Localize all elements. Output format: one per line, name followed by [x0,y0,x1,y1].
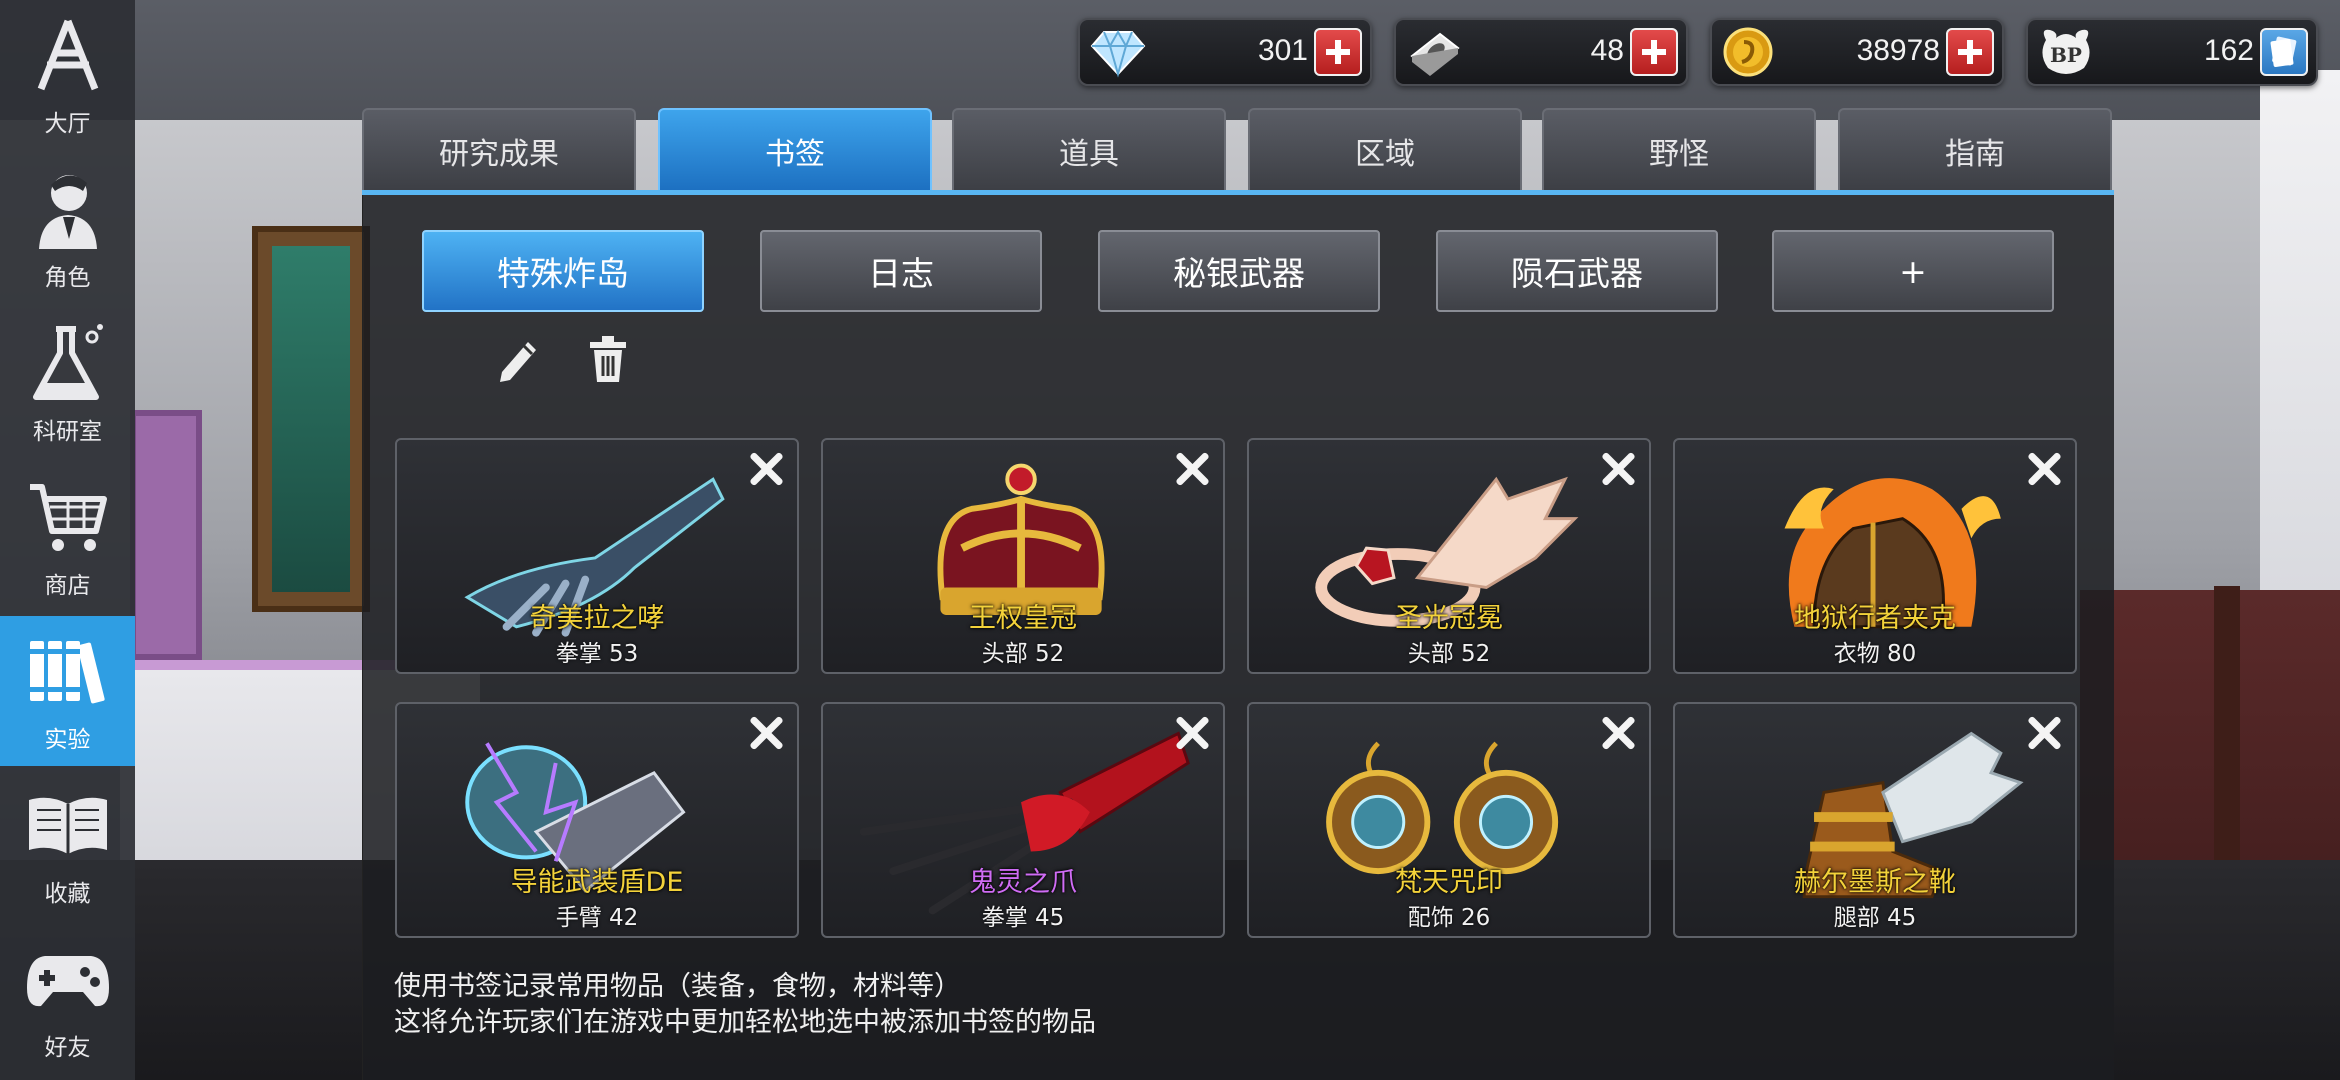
sidebar-item-friends[interactable]: 好友 [0,924,135,1074]
tab-items[interactable]: 道具 [952,108,1226,192]
plus-icon[interactable] [1946,28,1994,76]
item-card[interactable]: 圣光冠冕 头部 52 [1247,438,1651,674]
close-icon[interactable] [2021,710,2067,756]
sidebar-item-lobby[interactable]: 大厅 [0,0,135,150]
item-name: 奇美拉之哮 [529,603,665,634]
gold-coin-icon [1722,26,1778,78]
flask-icon [25,320,111,406]
item-name: 王权皇冠 [969,603,1077,634]
bp-icon: BP [2038,26,2094,78]
currency-bp: BP 162 [2026,18,2318,86]
item-slot: 腿部 45 [1833,905,1917,931]
bp-icon-text: BP [2050,43,2082,67]
item-card[interactable]: 王权皇冠 头部 52 [821,438,1225,674]
books-icon [25,628,111,714]
item-name: 圣光冠冕 [1395,603,1503,634]
wall-poster [252,226,370,612]
gamepad-icon [25,936,111,1022]
item-card[interactable]: 导能武装盾DE 手臂 42 [395,702,799,938]
diamond-icon [1090,26,1146,78]
close-icon[interactable] [1169,446,1215,492]
item-card[interactable]: 地狱行者夹克 衣物 80 [1673,438,2077,674]
tab-underline [362,190,2114,195]
close-icon[interactable] [2021,446,2067,492]
open-book-icon [25,782,111,868]
sidebar-item-label: 商店 [44,573,91,599]
sidebar-item-character[interactable]: 角色 [0,154,135,304]
item-slot: 拳掌 45 [981,905,1065,931]
lobby-icon [25,12,111,98]
close-icon[interactable] [1169,710,1215,756]
tab-guide[interactable]: 指南 [1838,108,2112,192]
item-slot: 头部 52 [981,641,1065,667]
bookmark-group-special[interactable]: 特殊炸岛 [422,230,704,312]
item-name: 地狱行者夹克 [1794,603,1956,634]
plus-icon[interactable] [1314,28,1362,76]
close-icon[interactable] [1595,446,1641,492]
sidebar-item-label: 角色 [44,265,91,291]
sidebar-item-lab[interactable]: 科研室 [0,308,135,458]
currency-value: 38978 [1856,34,1940,67]
hint-line-2: 这将允许玩家们在游戏中更加轻松地选中被添加书签的物品 [394,1007,1096,1038]
plus-icon[interactable] [1630,28,1678,76]
item-name: 鬼灵之爪 [969,867,1077,898]
item-slot: 头部 52 [1407,641,1491,667]
currency-value: 48 [1590,34,1624,67]
item-slot: 配饰 26 [1407,905,1491,931]
currency-gold: 38978 [1710,18,2004,86]
bookmark-group-log[interactable]: 日志 [760,230,1042,312]
item-name: 导能武装盾DE [510,867,684,898]
pencil-icon[interactable] [494,334,542,384]
main-tabs: 研究成果 书签 道具 区域 野怪 指南 [362,108,2114,194]
close-icon[interactable] [743,446,789,492]
item-card[interactable]: 鬼灵之爪 拳掌 45 [821,702,1225,938]
item-card[interactable]: 奇美拉之哮 拳掌 53 [395,438,799,674]
sidebar-item-shop[interactable]: 商店 [0,462,135,612]
item-slot: 衣物 80 [1833,641,1917,667]
left-sidebar: 大厅 角色 科研室 商店 实验 收藏 好友 [0,0,135,1080]
tab-regions[interactable]: 区域 [1248,108,1522,192]
close-icon[interactable] [1595,710,1641,756]
currency-devices: 48 [1394,18,1688,86]
card-icon[interactable] [2260,28,2308,76]
sidebar-item-experiment[interactable]: 实验 [0,616,135,766]
item-name: 赫尔墨斯之靴 [1794,867,1956,898]
bookmark-group-meteorite[interactable]: 陨石武器 [1436,230,1718,312]
mirror [130,410,202,660]
sidebar-item-label: 大厅 [44,111,91,137]
trash-icon[interactable] [584,334,632,384]
close-icon[interactable] [743,710,789,756]
tab-monsters[interactable]: 野怪 [1542,108,1816,192]
item-card[interactable]: 赫尔墨斯之靴 腿部 45 [1673,702,2077,938]
tab-research[interactable]: 研究成果 [362,108,636,192]
hint-line-1: 使用书签记录常用物品（装备，食物，材料等） [394,971,961,1002]
cart-icon [25,474,111,560]
window [2260,70,2340,590]
item-name: 梵天咒印 [1395,867,1503,898]
bookmark-group-mithril[interactable]: 秘银武器 [1098,230,1380,312]
sidebar-item-label: 收藏 [44,881,91,907]
item-card[interactable]: 梵天咒印 配饰 26 [1247,702,1651,938]
item-slot: 手臂 42 [555,905,639,931]
character-icon [25,166,111,252]
sidebar-item-collection[interactable]: 收藏 [0,770,135,920]
sidebar-item-label: 好友 [44,1035,91,1061]
sidebar-item-label: 实验 [44,727,91,753]
add-bookmark-group-button[interactable]: + [1772,230,2054,312]
currency-diamonds: 301 [1078,18,1372,86]
tab-bookmarks[interactable]: 书签 [658,108,932,192]
currency-value: 162 [2203,34,2254,67]
device-icon [1406,26,1462,78]
currency-value: 301 [1257,34,1308,67]
item-slot: 拳掌 53 [555,641,639,667]
sidebar-item-label: 科研室 [33,419,102,445]
